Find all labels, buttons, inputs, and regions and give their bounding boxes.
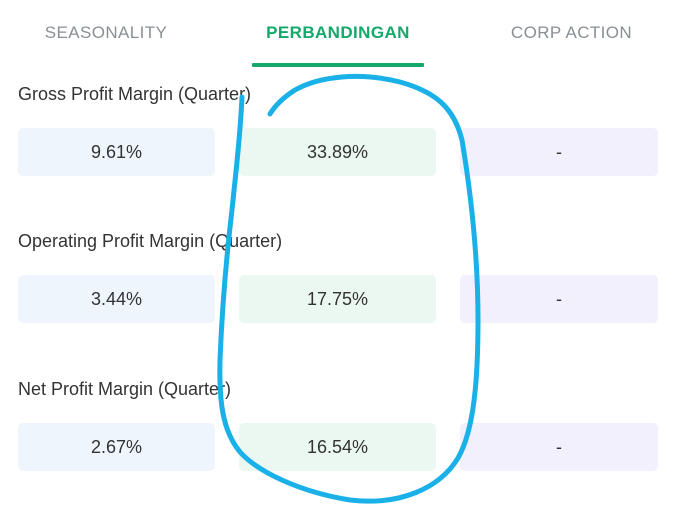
tab-corp-action[interactable]: CORP ACTION <box>462 0 681 68</box>
value-cell: 17.75% <box>239 275 436 323</box>
value-cell: 9.61% <box>18 128 215 176</box>
value-cell: 33.89% <box>239 128 436 176</box>
gross-profit-margin-values: 9.61% 33.89% - <box>18 128 658 176</box>
operating-profit-margin-title: Operating Profit Margin (Quarter) <box>18 231 283 251</box>
tab-bar: SEASONALITY PERBANDINGAN CORP ACTION <box>0 0 681 68</box>
net-profit-margin-values: 2.67% 16.54% - <box>18 423 658 471</box>
tab-seasonality[interactable]: SEASONALITY <box>0 0 212 68</box>
value-cell: - <box>460 423 658 471</box>
active-tab-indicator <box>252 63 424 67</box>
value-cell: 16.54% <box>239 423 436 471</box>
value-cell: - <box>460 275 658 323</box>
value-cell: 2.67% <box>18 423 215 471</box>
value-cell: - <box>460 128 658 176</box>
operating-profit-margin-values: 3.44% 17.75% - <box>18 275 658 323</box>
tab-perbandingan[interactable]: PERBANDINGAN <box>252 0 424 68</box>
value-cell: 3.44% <box>18 275 215 323</box>
net-profit-margin-title: Net Profit Margin (Quarter) <box>18 379 232 399</box>
gross-profit-margin-title: Gross Profit Margin (Quarter) <box>18 84 252 104</box>
